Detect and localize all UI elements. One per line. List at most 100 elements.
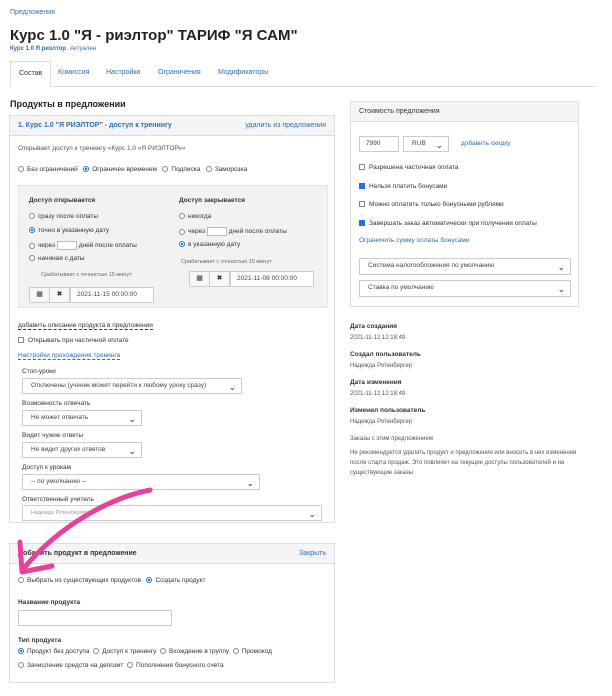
- close-after-days-option[interactable]: через дней после оплаты: [179, 227, 287, 236]
- radio-icon: [205, 166, 212, 173]
- mode-subscription[interactable]: Подписка: [162, 166, 200, 173]
- add-description-link[interactable]: добавить описание продукта в предложении: [18, 322, 153, 330]
- radio-selected-icon: [83, 166, 90, 173]
- close-never-option[interactable]: никогда: [179, 213, 211, 220]
- mode-unlimited[interactable]: Без ограничений: [18, 166, 78, 173]
- close-date-input[interactable]: 2021-11-08 00:00:00: [230, 271, 314, 287]
- product-panel-header: 1. Курс 1.0 "Я РИЭЛТОР" - доступ к трени…: [10, 116, 334, 136]
- chevron-down-icon: ⌄: [557, 284, 565, 294]
- sees-answers-select[interactable]: Не видит других ответов ⌄: [22, 442, 142, 458]
- close-access-title: Доступ закрывается: [179, 197, 245, 204]
- product-title[interactable]: 1. Курс 1.0 "Я РИЭЛТОР" - доступ к трени…: [18, 122, 172, 129]
- type-training-access[interactable]: Доступ к тренингу: [93, 648, 156, 655]
- calendar-icon[interactable]: ▦: [189, 271, 210, 287]
- product-name-label: Название продукта: [18, 599, 81, 606]
- modifier-link[interactable]: Надежда Ротенбергер: [350, 419, 585, 425]
- chevron-down-icon: ⌄: [557, 262, 565, 272]
- warning-text: Не рекомендуется удалять продукт и предл…: [350, 450, 577, 476]
- add-discount-link[interactable]: добавить скидку: [461, 140, 511, 147]
- price-amount-input[interactable]: 7990: [359, 136, 399, 152]
- open-access-title: Доступ открывается: [29, 197, 96, 204]
- tax-rate-select[interactable]: Ставка по умолчанию ⌄: [359, 280, 571, 297]
- clear-date-icon[interactable]: ✖: [209, 271, 230, 287]
- checkbox-icon: [18, 337, 24, 344]
- close-precision-note: Срабатывает с точностью 15 минут: [181, 259, 272, 265]
- open-days-input[interactable]: [56, 241, 77, 250]
- checkbox-checked-icon: [359, 220, 365, 227]
- checkbox-icon: [359, 164, 365, 171]
- clear-date-icon[interactable]: ✖: [49, 287, 70, 303]
- created-label: Дата создания: [350, 323, 398, 330]
- type-no-access[interactable]: Продукт без доступа: [18, 648, 90, 655]
- close-days-input[interactable]: [206, 227, 227, 236]
- tax-system-select[interactable]: Система налогообложения по умолчанию ⌄: [359, 258, 571, 275]
- products-section-title: Продукты в предложении: [10, 99, 126, 109]
- modifier-label: Изменил пользователь: [350, 407, 426, 414]
- product-name-input[interactable]: [18, 610, 172, 626]
- product-type-group-2: Зачисление средств на депозит Пополнение…: [18, 662, 224, 669]
- option-partial-payment[interactable]: Разрешена частичная оплата: [359, 164, 458, 171]
- tab-composition[interactable]: Состав: [10, 61, 52, 87]
- close-exact-date-option[interactable]: в указанную дату: [179, 241, 240, 248]
- calendar-icon[interactable]: ▦: [29, 287, 50, 303]
- tab-settings[interactable]: Настройки: [98, 61, 148, 87]
- tab-restrictions[interactable]: Ограничения: [150, 61, 209, 87]
- open-precision-note: Срабатывает с точностью 15 минут: [41, 272, 132, 278]
- type-promocode[interactable]: Промокод: [232, 648, 272, 655]
- sees-answers-label: Видит чужие ответы: [22, 432, 84, 439]
- checkbox-checked-icon: [359, 183, 365, 190]
- chevron-down-icon: ⌄: [246, 478, 254, 488]
- stop-lessons-select[interactable]: Отключены (ученик может перейти к любому…: [22, 378, 242, 394]
- stop-lessons-label: Стоп-уроки: [22, 368, 56, 375]
- chevron-down-icon: ⌄: [128, 414, 136, 424]
- access-period-box: Доступ открывается сразу после оплаты то…: [18, 185, 328, 308]
- option-bonus-only[interactable]: Можно оплатить только бонусными рублями: [359, 201, 504, 208]
- chevron-down-icon: ⌄: [228, 382, 236, 392]
- chevron-down-icon: ⌄: [308, 509, 316, 519]
- tab-modifiers[interactable]: Модификаторы: [210, 61, 276, 87]
- can-answer-label: Возможность отвечать: [22, 400, 91, 407]
- orders-link[interactable]: Заказы с этим предложением: [350, 436, 585, 442]
- chevron-down-icon: ⌄: [435, 140, 443, 150]
- open-exact-date-option[interactable]: точно в указанную дату: [29, 227, 109, 234]
- close-add-product-link[interactable]: Закрыть: [299, 544, 326, 564]
- created-value: 2021-11-12 12:18:49: [350, 335, 406, 341]
- modified-value: 2021-11-12 12:18:49: [350, 391, 406, 397]
- training-settings-link[interactable]: Настройки прохождения тренинга: [18, 352, 121, 360]
- open-after-days-option[interactable]: через дней после оплаты: [29, 241, 137, 250]
- mode-freeze[interactable]: Заморозка: [205, 166, 247, 173]
- product-description: Открывает доступ к тренингу «Курс 1.0 «Я…: [18, 145, 186, 152]
- type-bonus-topup[interactable]: Пополнение бонусного счета: [127, 662, 224, 669]
- page-title: Курс 1.0 "Я - риэлтор" ТАРИФ "Я САМ": [10, 27, 298, 44]
- radio-icon: [162, 166, 169, 173]
- tab-commission[interactable]: Комиссия: [50, 61, 97, 87]
- limit-bonus-link[interactable]: Ограничить сумму оплаты бонусами: [359, 237, 469, 244]
- delete-product-link[interactable]: удалить из предложения: [245, 116, 326, 136]
- mode-time-limited[interactable]: Ограничен временем: [83, 166, 157, 173]
- product-panel: 1. Курс 1.0 "Я РИЭЛТОР" - доступ к трени…: [9, 115, 335, 523]
- price-panel-header: Стоимость предложения: [351, 102, 578, 122]
- partial-open-checkbox[interactable]: Открывать при частичной оплате: [18, 337, 129, 344]
- creator-label: Создал пользователь: [350, 351, 421, 358]
- open-date-input[interactable]: 2021-11-15 00:00:00: [70, 287, 154, 303]
- open-immediately-option[interactable]: сразу после оплаты: [29, 213, 98, 220]
- lessons-access-label: Доступ к урокам: [22, 464, 72, 471]
- product-type-label: Тип продукта: [18, 637, 62, 644]
- offer-code-tag[interactable]: Курс 1.0 Я риэлтор: [10, 46, 66, 52]
- type-group-join[interactable]: Вхождение в группу: [160, 648, 229, 655]
- can-answer-select[interactable]: Не может отвечать ⌄: [22, 410, 142, 426]
- pink-arrow-annotation: [17, 487, 153, 575]
- checkbox-icon: [359, 201, 365, 208]
- currency-select[interactable]: RUB ⌄: [403, 136, 449, 152]
- product-type-group-1: Продукт без доступа Доступ к тренингу Вх…: [18, 648, 272, 655]
- open-from-date-option[interactable]: начиная с даты: [29, 255, 85, 262]
- access-mode-group: Без ограничений Ограничен временем Подпи…: [18, 166, 247, 173]
- option-no-bonus[interactable]: Нельзя платить бонусами: [359, 183, 447, 190]
- breadcrumb[interactable]: Предложения: [10, 9, 55, 16]
- creator-link[interactable]: Надежда Ротенбергер: [350, 363, 585, 369]
- status-badge[interactable]: Актуален: [70, 46, 96, 52]
- modified-label: Дата изменения: [350, 379, 402, 386]
- option-auto-complete[interactable]: Завершать заказ автоматически при получе…: [359, 220, 537, 227]
- type-deposit[interactable]: Зачисление средств на депозит: [18, 662, 123, 669]
- radio-icon: [18, 166, 24, 173]
